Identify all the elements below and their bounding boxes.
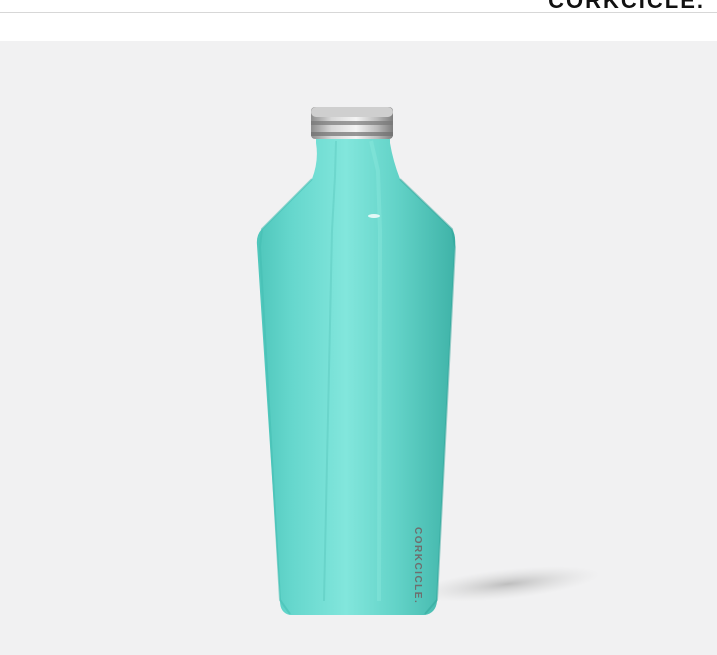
product-image: CORKCICLE. <box>0 41 717 655</box>
brand-logo[interactable]: CORKCICLE. <box>548 0 705 12</box>
product-page: CORKCICLE. CORKCICLE. <box>0 0 717 655</box>
bottle-brand-label: CORKCICLE. <box>412 527 423 604</box>
site-header: CORKCICLE. <box>0 0 717 13</box>
bottle-shadow <box>416 566 600 602</box>
bottle-illustration: CORKCICLE. <box>256 107 600 615</box>
bottle-cap <box>311 107 393 139</box>
bottle-body <box>256 139 456 615</box>
